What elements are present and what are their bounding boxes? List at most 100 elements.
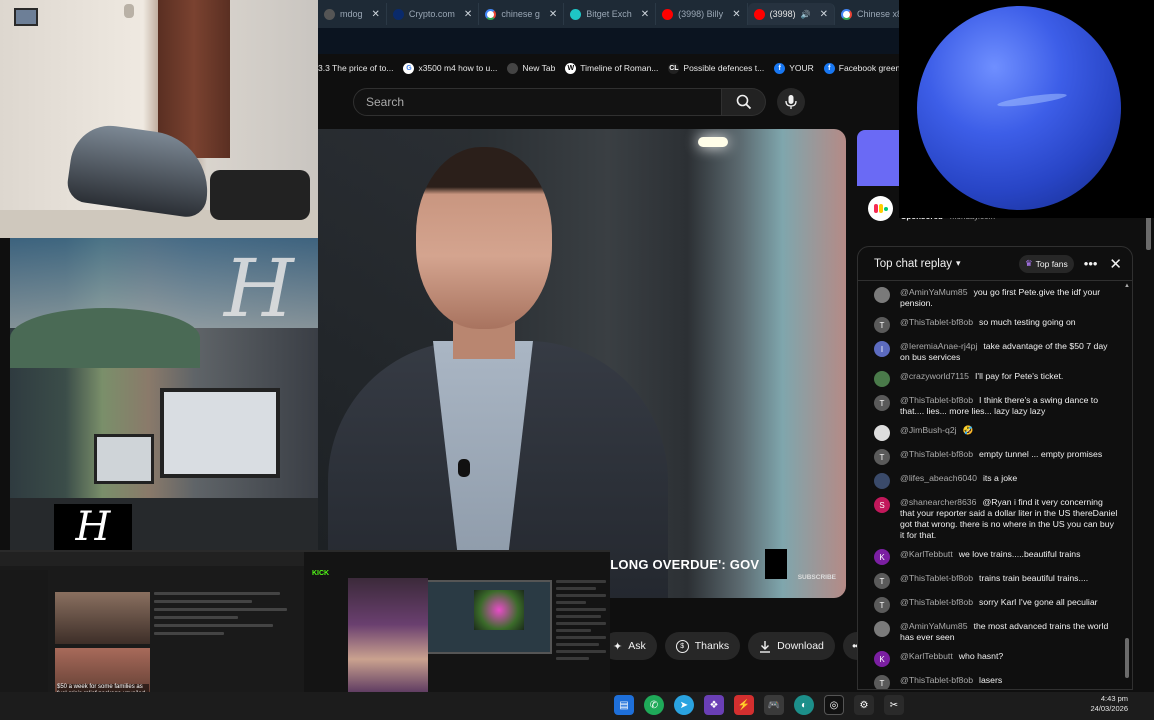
bookmark-item[interactable]: W Timeline of Roman... bbox=[565, 62, 658, 74]
avatar[interactable]: I bbox=[874, 341, 890, 357]
blank-favicon-icon bbox=[507, 62, 519, 74]
app-icon-red[interactable]: ⚡ bbox=[734, 695, 754, 715]
chat-message[interactable]: T @ThisTablet-bf8ob lasers bbox=[874, 675, 1118, 689]
system-clock[interactable]: 4:43 pm 24/03/2026 bbox=[1090, 694, 1128, 714]
chat-author[interactable]: @ThisTablet-bf8ob bbox=[900, 317, 973, 327]
chat-author[interactable]: @crazyworld7115 bbox=[900, 371, 969, 381]
chat-author[interactable]: @IeremiaAnae-rj4pj bbox=[900, 341, 977, 351]
chat-message[interactable]: T @ThisTablet-bf8ob trains train beautiful… bbox=[874, 573, 1118, 589]
avatar[interactable] bbox=[874, 621, 890, 637]
bookmark-item[interactable]: CL Possible defences t... bbox=[668, 62, 764, 74]
top-fans-button[interactable]: ♛ Top fans bbox=[1019, 254, 1074, 273]
chat-author[interactable]: @KarlTebbutt bbox=[900, 549, 953, 559]
settings-gear-icon[interactable]: ⚙ bbox=[854, 695, 874, 715]
avatar[interactable]: K bbox=[874, 549, 890, 565]
chat-message[interactable]: T @ThisTablet-bf8ob I think there's a swin… bbox=[874, 395, 1118, 417]
chat-message[interactable]: T @ThisTablet-bf8ob so much testing going … bbox=[874, 317, 1118, 333]
close-tab-icon[interactable]: ✕ bbox=[372, 9, 380, 20]
chat-author[interactable]: @ThisTablet-bf8ob bbox=[900, 395, 973, 405]
bookmark-item[interactable]: 3.3 The price of to... bbox=[318, 63, 393, 73]
close-tab-icon[interactable]: ✕ bbox=[732, 9, 740, 20]
avatar[interactable]: K bbox=[874, 651, 890, 667]
chat-text: we love trains.....beautiful trains bbox=[958, 549, 1081, 559]
chat-message[interactable]: S @shanearcher8636 @Ryan i find it very co… bbox=[874, 497, 1118, 541]
browser-tab[interactable]: Bitget Exch ✕ bbox=[564, 3, 657, 25]
browser-tab[interactable]: Chinese x8✕ bbox=[835, 3, 900, 25]
close-icon[interactable]: ✕ bbox=[1109, 255, 1122, 273]
bookmark-item[interactable]: f YOUR bbox=[774, 62, 814, 74]
more-vertical-icon[interactable]: ••• bbox=[1084, 256, 1098, 271]
chat-message-body: @IeremiaAnae-rj4pj take advantage of the … bbox=[900, 341, 1118, 363]
chat-message[interactable]: K @KarlTebbutt who hasnt? bbox=[874, 651, 1118, 667]
edge-browser-icon[interactable]: ◐ bbox=[794, 695, 814, 715]
address-bar[interactable] bbox=[318, 28, 900, 54]
search-button[interactable] bbox=[722, 88, 766, 116]
chat-author[interactable]: @lifes_abeach6040 bbox=[900, 473, 977, 483]
avatar[interactable] bbox=[874, 287, 890, 303]
video-player[interactable]: 'LONG OVERDUE': GOV SUBSCRIBE bbox=[318, 129, 846, 598]
ad-thumbnail[interactable] bbox=[857, 130, 901, 186]
close-tab-icon[interactable]: ✕ bbox=[549, 9, 557, 20]
telegram-icon[interactable]: ➤ bbox=[674, 695, 694, 715]
bookmark-item[interactable]: New Tab bbox=[507, 62, 555, 74]
avatar[interactable] bbox=[874, 425, 890, 441]
download-button[interactable]: Download bbox=[748, 632, 835, 660]
browser-tab[interactable]: (3998) 🔊 ✕ bbox=[747, 3, 835, 25]
subscribe-watermark[interactable]: SUBSCRIBE bbox=[798, 574, 836, 581]
gamepad-icon[interactable]: 🎮 bbox=[764, 695, 784, 715]
app-icon-dark[interactable]: ◎ bbox=[824, 695, 844, 715]
chat-message[interactable]: @AminYaMum85 the most advanced trains the… bbox=[874, 621, 1118, 643]
search-input[interactable]: Search bbox=[353, 88, 722, 116]
chat-author[interactable]: @AminYaMum85 bbox=[900, 621, 968, 631]
screen: mdog ✕ Crypto.com ✕ chinese g ✕ Bitget Exch ✕ (3… bbox=[0, 0, 1154, 720]
browser-tab[interactable]: (3998) Billy ✕ bbox=[656, 3, 748, 25]
close-tab-icon[interactable]: ✕ bbox=[641, 9, 649, 20]
browser-tab-label: (3998) bbox=[769, 9, 796, 19]
chat-author[interactable]: @shanearcher8636 bbox=[900, 497, 976, 507]
avatar[interactable]: T bbox=[874, 317, 890, 333]
browser-tab[interactable]: mdog ✕ bbox=[318, 3, 387, 25]
browser-tab[interactable]: chinese g ✕ bbox=[479, 3, 565, 25]
bookmark-item[interactable]: f Facebook green bbox=[823, 62, 900, 74]
chat-author[interactable]: @ThisTablet-bf8ob bbox=[900, 597, 973, 607]
avatar[interactable] bbox=[874, 371, 890, 387]
chat-mode-dropdown[interactable]: Top chat replay ▾ bbox=[874, 258, 961, 270]
avatar[interactable]: T bbox=[874, 449, 890, 465]
chat-author[interactable]: @ThisTablet-bf8ob bbox=[900, 449, 973, 459]
monday-logo-icon[interactable] bbox=[868, 196, 893, 221]
close-tab-icon[interactable]: ✕ bbox=[464, 9, 472, 20]
chat-author[interactable]: @ThisTablet-bf8ob bbox=[900, 573, 973, 583]
chat-message[interactable]: @lifes_abeach6040 its a joke bbox=[874, 473, 1118, 489]
chat-message[interactable]: K @KarlTebbutt we love trains.....beautifu… bbox=[874, 549, 1118, 565]
avatar[interactable]: S bbox=[874, 497, 890, 513]
files-app-icon[interactable]: ▤ bbox=[614, 695, 634, 715]
speaker-icon[interactable]: 🔊 bbox=[801, 10, 811, 19]
chat-scroll-thumb[interactable] bbox=[1125, 638, 1129, 678]
chat-author[interactable]: @AminYaMum85 bbox=[900, 287, 968, 297]
avatar[interactable] bbox=[874, 473, 890, 489]
avatar[interactable]: T bbox=[874, 573, 890, 589]
chat-message[interactable]: I @IeremiaAnae-rj4pj take advantage of the… bbox=[874, 341, 1118, 363]
chat-message[interactable]: @AminYaMum85 you go first Pete.give the i… bbox=[874, 287, 1118, 309]
scroll-up-icon[interactable]: ▲ bbox=[1124, 283, 1130, 289]
close-tab-icon[interactable]: ✕ bbox=[820, 9, 828, 20]
chat-author[interactable]: @KarlTebbutt bbox=[900, 651, 953, 661]
thanks-button[interactable]: $ Thanks bbox=[664, 632, 741, 660]
avatar[interactable]: T bbox=[874, 675, 890, 689]
chat-scrollbar[interactable]: ▲ bbox=[1124, 283, 1130, 683]
avatar[interactable]: T bbox=[874, 597, 890, 613]
chat-message[interactable]: T @ThisTablet-bf8ob empty tunnel ... empty… bbox=[874, 449, 1118, 465]
chat-message[interactable]: T @ThisTablet-bf8ob sorry Karl I've gone a… bbox=[874, 597, 1118, 613]
ask-button[interactable]: ✦ Ask bbox=[602, 632, 657, 660]
chat-author[interactable]: @JimBush-q2j bbox=[900, 425, 957, 435]
avatar[interactable]: T bbox=[874, 395, 890, 411]
chat-message[interactable]: @crazyworld7115 I'll pay for Pete's ticke… bbox=[874, 371, 1118, 387]
voice-search-button[interactable] bbox=[777, 88, 805, 116]
snipping-tool-icon[interactable]: ✂ bbox=[884, 695, 904, 715]
chat-message[interactable]: @JimBush-q2j 🤣 bbox=[874, 425, 1118, 441]
whatsapp-icon[interactable]: ✆ bbox=[644, 695, 664, 715]
chat-author[interactable]: @ThisTablet-bf8ob bbox=[900, 675, 973, 685]
browser-tab[interactable]: Crypto.com ✕ bbox=[387, 3, 480, 25]
bookmark-item[interactable]: Gx3500 m4 how to u... bbox=[403, 62, 497, 74]
app-icon-purple[interactable]: ❖ bbox=[704, 695, 724, 715]
